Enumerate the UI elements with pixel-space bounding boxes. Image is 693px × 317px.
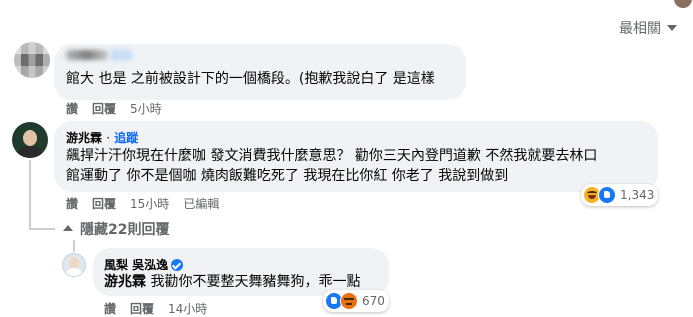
- avatar-shirt: [16, 146, 44, 158]
- author-name[interactable]: 風梨 吳泓逸: [104, 258, 168, 272]
- like-button[interactable]: 讚: [66, 195, 78, 212]
- comment-text-line1: 飆捍汁汗你現在什麼咖 發文消費我什麼意思？ 勸你三天內登門道歉 不然我就要去林口: [66, 148, 598, 164]
- like-icon: [598, 186, 616, 204]
- comment-actions: 讚 回覆 5小時: [66, 100, 162, 117]
- avatar[interactable]: [14, 42, 50, 78]
- reply-text: 游兆霖 我勸你不要整天舞豬舞狗，乖一點: [104, 272, 360, 292]
- blurred-author-tag: [110, 49, 132, 61]
- author-line: 風梨 吳泓逸: [104, 256, 184, 273]
- avatar-face: [23, 130, 37, 146]
- comment-text: 館大 也是 之前被設計下的一個橋段。(抱歉我說白了 是這樣: [66, 71, 435, 87]
- blurred-author-name: [66, 50, 108, 60]
- sort-label: 最相關: [619, 21, 661, 37]
- avatar-peek: [674, 0, 692, 8]
- like-button[interactable]: 讚: [104, 300, 116, 317]
- reply-body: 我勸你不要整天舞豬舞狗，乖一點: [150, 274, 361, 290]
- hide-replies-label: 隱藏22則回覆: [80, 222, 170, 238]
- reply-button[interactable]: 回覆: [92, 100, 116, 117]
- arrow-up-icon: [62, 223, 74, 235]
- like-button[interactable]: 讚: [66, 100, 78, 117]
- verified-badge-icon: [171, 259, 184, 271]
- separator: ·: [106, 131, 111, 145]
- reply-button[interactable]: 回覆: [130, 300, 154, 317]
- reply-button[interactable]: 回覆: [92, 195, 116, 212]
- avatar-body: [65, 268, 83, 276]
- hide-replies-button[interactable]: 隱藏22則回覆: [62, 219, 169, 239]
- thread-line: [29, 228, 55, 230]
- avatar-face: [69, 257, 79, 268]
- thread-line: [29, 160, 31, 230]
- edited-label: 已編輯: [183, 197, 220, 211]
- reaction-count: 1,343: [620, 188, 655, 202]
- timestamp[interactable]: 5小時: [130, 100, 162, 117]
- mention-link[interactable]: 游兆霖: [104, 274, 146, 290]
- reaction-summary[interactable]: 670: [323, 290, 389, 312]
- timestamp[interactable]: 15小時: [130, 195, 169, 212]
- comment-text-line2: 館運動了 你不是個咖 燒肉飯難吃死了 我現在比你紅 你老了 我說到做到: [66, 168, 509, 184]
- author-line: 游兆霖 · 追蹤: [66, 129, 138, 146]
- caret-down-icon: [667, 25, 677, 31]
- author-name[interactable]: 游兆霖: [66, 131, 102, 145]
- reply-actions: 讚 回覆 14小時: [104, 300, 207, 317]
- angry-icon: [340, 292, 358, 310]
- sort-dropdown[interactable]: 最相關: [619, 18, 677, 38]
- follow-button[interactable]: 追蹤: [114, 131, 138, 145]
- thread-line: [73, 240, 75, 252]
- comment-actions: 讚 回覆 15小時 已編輯: [66, 195, 219, 212]
- avatar[interactable]: [12, 122, 48, 158]
- reaction-summary[interactable]: 1,343: [581, 184, 659, 206]
- timestamp[interactable]: 14小時: [168, 300, 207, 317]
- avatar[interactable]: [62, 253, 86, 277]
- reaction-count: 670: [362, 294, 385, 308]
